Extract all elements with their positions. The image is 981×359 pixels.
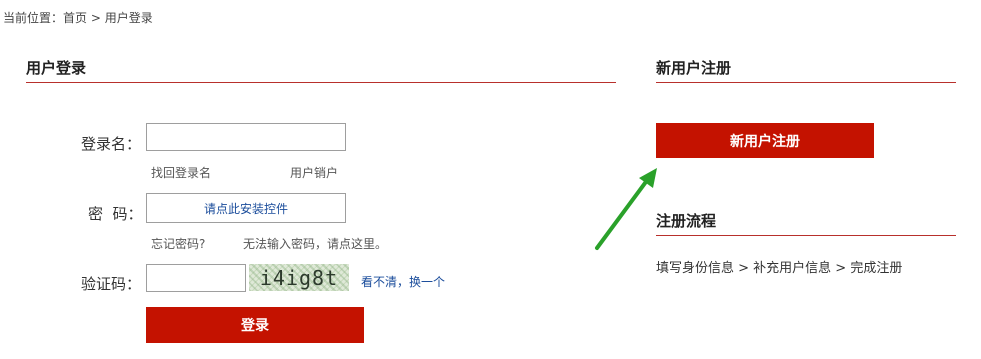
username-label: 登录名：	[81, 135, 142, 153]
register-process-divider	[656, 235, 956, 236]
install-control-link[interactable]: 请点此安装控件	[204, 200, 288, 217]
register-process-steps: 填写身份信息 > 补充用户信息 > 完成注册	[656, 261, 903, 276]
register-button[interactable]: 新用户注册	[656, 123, 874, 158]
breadcrumb: 当前位置：首页 > 用户登录	[3, 9, 153, 26]
register-section-title: 新用户注册	[656, 59, 732, 77]
cannot-input-password-link[interactable]: 无法输入密码，请点这里。	[243, 235, 387, 252]
refresh-captcha-link[interactable]: 看不清，换一个	[361, 273, 445, 290]
breadcrumb-separator: >	[87, 11, 105, 25]
register-process-title: 注册流程	[656, 212, 717, 230]
login-title-divider	[26, 82, 616, 83]
password-field[interactable]: 请点此安装控件	[146, 193, 346, 223]
breadcrumb-current: 用户登录	[104, 11, 153, 25]
green-arrow-icon	[595, 168, 657, 250]
breadcrumb-prefix: 当前位置：	[3, 11, 64, 25]
login-submit-button[interactable]: 登录	[146, 307, 364, 343]
login-section-title: 用户登录	[26, 59, 87, 77]
captcha-label: 验证码：	[81, 275, 142, 293]
password-label: 密 码：	[88, 205, 143, 223]
deactivate-account-link[interactable]: 用户销户	[290, 164, 338, 181]
captcha-image[interactable]: i4ig8t	[249, 264, 349, 291]
breadcrumb-home-link[interactable]: 首页	[63, 11, 87, 25]
forgot-password-link[interactable]: 忘记密码?	[151, 235, 205, 252]
username-input[interactable]	[146, 123, 346, 151]
recover-username-link[interactable]: 找回登录名	[151, 164, 211, 181]
register-title-divider	[656, 82, 956, 83]
captcha-input[interactable]	[146, 264, 246, 292]
